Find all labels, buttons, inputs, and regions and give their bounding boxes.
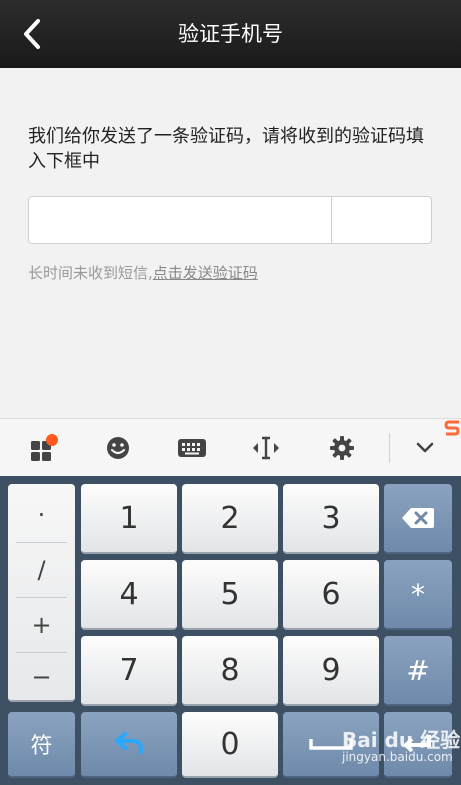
resend-hint: 长时间未收到短信,点击发送验证码 — [28, 262, 258, 283]
cursor-icon — [253, 436, 279, 460]
hide-keyboard-button[interactable] — [403, 419, 447, 477]
symbol-key-dot[interactable]: · — [14, 488, 69, 542]
title-bar: 验证手机号 — [0, 0, 461, 68]
resend-code-link[interactable]: 点击发送验证码 — [153, 264, 258, 282]
emoji-button[interactable] — [96, 419, 140, 477]
verification-code-box — [28, 196, 432, 244]
key-9[interactable]: 9 — [283, 636, 379, 706]
chevron-down-icon — [416, 442, 434, 453]
key-0[interactable]: 0 — [182, 712, 278, 778]
emoji-icon — [107, 437, 129, 459]
key-5[interactable]: 5 — [182, 560, 278, 630]
symbol-key-slash[interactable]: / — [14, 543, 69, 597]
notification-dot — [46, 434, 58, 446]
key-7[interactable]: 7 — [81, 636, 177, 706]
toolbar-divider — [389, 433, 390, 463]
resend-hint-text: 长时间未收到短信, — [28, 264, 153, 282]
apps-icon — [31, 434, 58, 461]
symbols-toggle-button[interactable]: 符 — [8, 712, 75, 778]
symbol-column: · / + − — [8, 484, 75, 702]
key-3[interactable]: 3 — [283, 484, 379, 554]
cursor-move-button[interactable] — [244, 419, 288, 477]
settings-button[interactable] — [320, 419, 364, 477]
keyboard-switch-button[interactable] — [170, 419, 214, 477]
key-4[interactable]: 4 — [81, 560, 177, 630]
undo-button[interactable] — [81, 712, 177, 778]
symbol-key-minus[interactable]: − — [14, 650, 69, 704]
instruction-text: 我们给你发送了一条验证码，请将收到的验证码填入下框中 — [28, 126, 424, 172]
watermark: Bai du 经验 jingyan.baidu.com — [342, 730, 460, 764]
watermark-brand: Bai du 经验 — [342, 728, 461, 752]
keyboard-icon — [178, 439, 206, 457]
key-8[interactable]: 8 — [182, 636, 278, 706]
watermark-url: jingyan.baidu.com — [342, 750, 453, 764]
symbol-key-plus[interactable]: + — [14, 598, 69, 652]
page-title: 验证手机号 — [178, 22, 283, 46]
key-1[interactable]: 1 — [81, 484, 177, 554]
key-hash[interactable]: # — [384, 636, 452, 706]
key-star[interactable]: * — [384, 560, 452, 630]
gear-icon — [330, 436, 354, 460]
keyboard-toolbar — [0, 418, 461, 477]
code-suffix-field[interactable] — [332, 197, 431, 243]
key-6[interactable]: 6 — [283, 560, 379, 630]
apps-button[interactable] — [22, 419, 66, 477]
verification-code-input[interactable] — [29, 197, 331, 243]
brand-logo-icon — [443, 418, 461, 438]
key-2[interactable]: 2 — [182, 484, 278, 554]
undo-arrow-icon — [115, 732, 143, 754]
delete-button[interactable] — [384, 484, 452, 554]
backspace-icon — [402, 508, 434, 528]
